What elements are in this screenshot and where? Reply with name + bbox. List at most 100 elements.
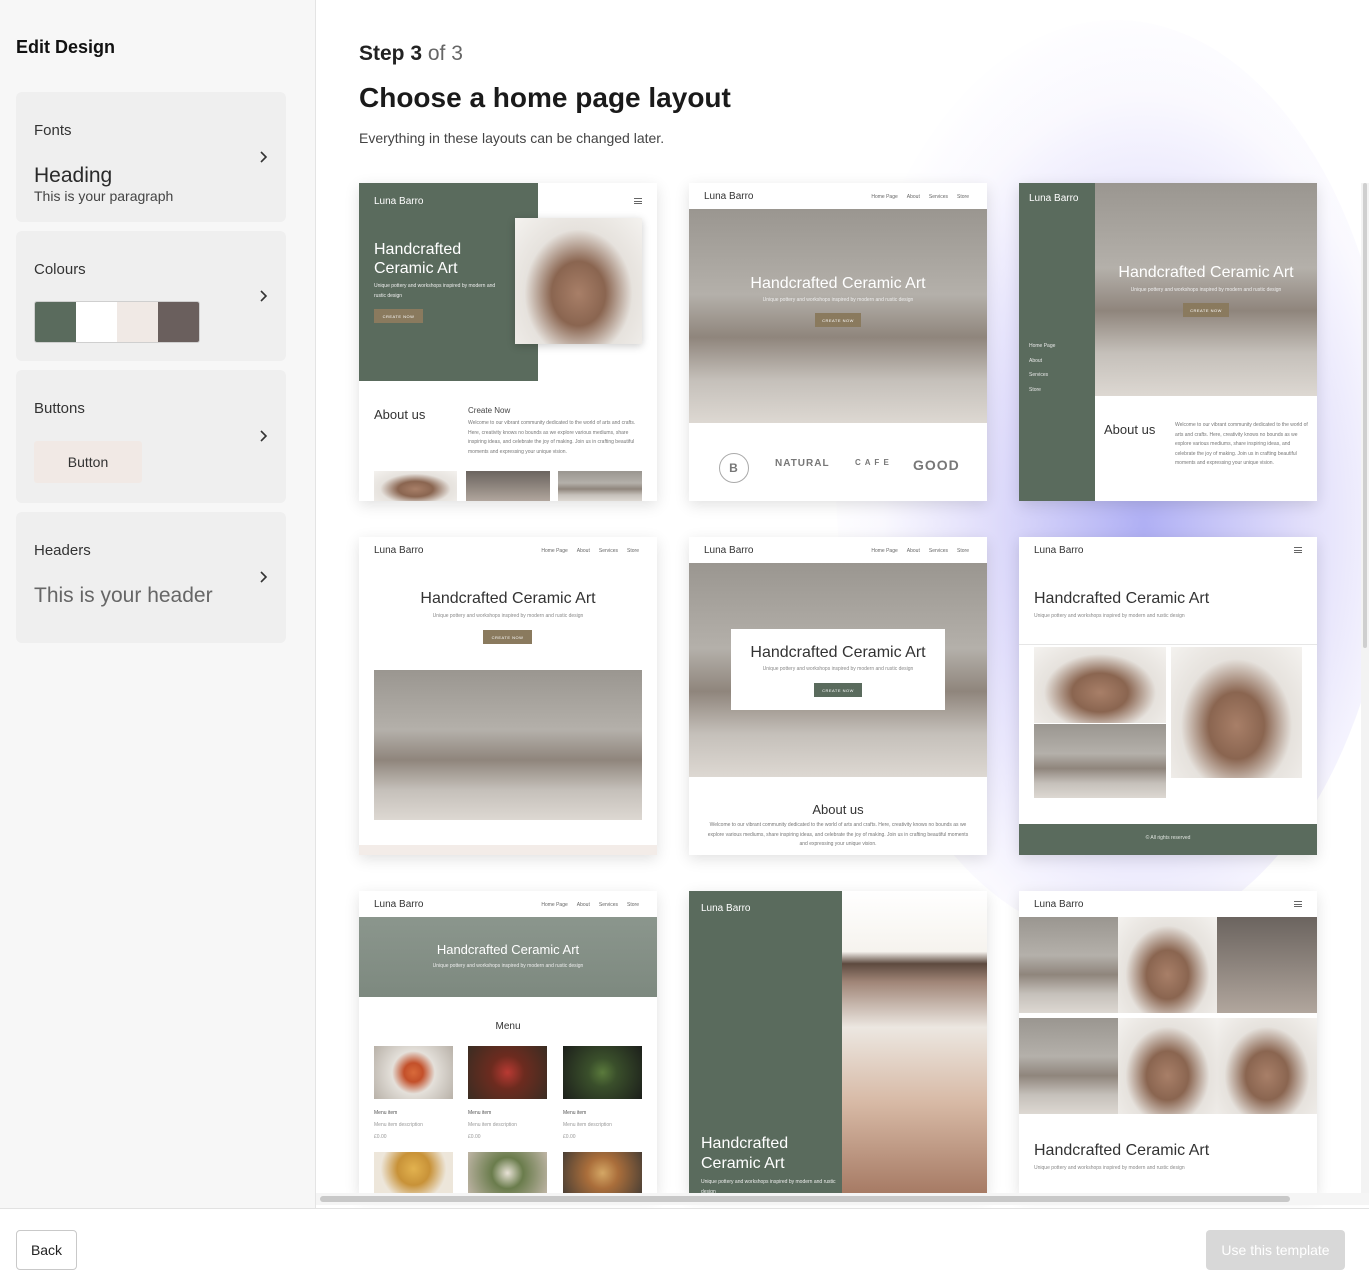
fonts-label: Fonts (34, 122, 72, 139)
colours-label: Colours (34, 261, 86, 278)
about-text: Welcome to our vibrant community dedicat… (1175, 422, 1308, 466)
hero-title-line1: Handcrafted (374, 241, 462, 258)
fonts-panel[interactable]: Fonts Heading This is your paragraph (16, 92, 286, 222)
colours-panel[interactable]: Colours (16, 231, 286, 361)
footer-text: © All rights reserved (1145, 835, 1191, 841)
menu-item-description: Menu item description (563, 1122, 612, 1128)
vertical-scrollbar[interactable] (1361, 183, 1369, 1194)
layout-card-8[interactable]: Luna Barro Handcrafted Ceramic Art Uniqu… (689, 891, 987, 1194)
hero-title: Handcrafted Ceramic Art (750, 275, 926, 292)
brand-name: Luna Barro (374, 899, 424, 910)
nav-item: Store (957, 548, 969, 554)
hero-subtitle: Unique pottery and workshops inspired by… (374, 283, 496, 299)
page-subtitle: Everything in these layouts can be chang… (359, 130, 665, 146)
partner-logo: B (719, 453, 749, 483)
brand-name: Luna Barro (374, 196, 424, 207)
about-heading: About us (812, 802, 864, 817)
hero-title: Handcrafted Ceramic Art (750, 644, 926, 661)
hero-image (842, 891, 987, 1194)
layout-card-1[interactable]: Luna Barro Handcrafted Ceramic Art Uniqu… (359, 183, 657, 501)
layout-card-6[interactable]: Luna Barro Handcrafted Ceramic Art Uniqu… (1019, 537, 1317, 855)
layout-card-4[interactable]: Luna Barro Home Page About Services Stor… (359, 537, 657, 855)
brand-name: Luna Barro (1034, 899, 1084, 910)
menu-item-image (563, 1046, 642, 1099)
nav-item: About (906, 194, 920, 200)
cta-button: CREATE NOW (814, 683, 862, 697)
nav-bar: Home Page About Services Store (541, 902, 639, 908)
hero-subtitle: Unique pottery and workshops inspired by… (762, 666, 914, 672)
hero-subtitle: Unique pottery and workshops inspired by… (432, 613, 584, 619)
gallery-image (1118, 917, 1217, 1013)
about-heading: About us (1104, 422, 1156, 437)
gallery-image (466, 471, 550, 501)
create-now-heading: Create Now (468, 406, 511, 415)
menu-item-title: Menu item (468, 1110, 492, 1116)
swatch-green (35, 302, 76, 342)
brand-name: Luna Barro (704, 545, 754, 556)
gallery-image (374, 471, 457, 501)
layout-card-9[interactable]: Luna Barro Handcrafted Ceramic Art Uniqu… (1019, 891, 1317, 1194)
use-template-button[interactable]: Use this template (1206, 1230, 1345, 1270)
brand-name: Luna Barro (1029, 193, 1079, 204)
hero-subtitle: Unique pottery and workshops inspired by… (1034, 613, 1185, 619)
layout-card-3[interactable]: Luna Barro Home Page About Services Stor… (1019, 183, 1317, 501)
hero-subtitle: Unique pottery and workshops inspired by… (1034, 1165, 1185, 1171)
scrollbar-thumb[interactable] (320, 1196, 1290, 1202)
nav-item: Store (1029, 386, 1041, 393)
brand-name: Luna Barro (374, 545, 424, 556)
chevron-right-icon (256, 570, 270, 584)
menu-item-description: Menu item description (468, 1122, 517, 1128)
hero-title: Handcrafted Ceramic Art (436, 942, 580, 957)
layout-chooser: Step 3 of 3 Choose a home page layout Ev… (316, 0, 1369, 1208)
page-title: Choose a home page layout (359, 82, 731, 113)
gallery-image (1171, 647, 1302, 778)
cta-button: CREATE NOW (483, 630, 532, 644)
hamburger-icon (634, 198, 642, 204)
nav-item: About (576, 548, 590, 554)
headers-label: Headers (34, 542, 91, 559)
hero-image (374, 670, 642, 820)
about-text: Welcome to our vibrant community dedicat… (468, 420, 636, 455)
menu-item-image (374, 1152, 453, 1194)
cta-button: CREATE NOW (374, 309, 423, 323)
nav-item: About (576, 902, 590, 908)
layout-card-2[interactable]: Luna Barro Home Page About Services Stor… (689, 183, 987, 501)
partner-logo: C A F E (855, 458, 890, 467)
swatch-white (76, 302, 117, 342)
partner-logo: NATURAL (775, 458, 830, 469)
headers-panel[interactable]: Headers This is your header (16, 512, 286, 643)
layout-card-7[interactable]: Luna Barro Home Page About Services Stor… (359, 891, 657, 1194)
back-button[interactable]: Back (16, 1230, 77, 1270)
edit-design-sidebar: Edit Design Fonts Heading This is your p… (0, 0, 316, 1208)
nav-item: Store (627, 548, 639, 554)
menu-item-title: Menu item (374, 1110, 398, 1116)
menu-item-image (374, 1046, 453, 1099)
gallery-image (1034, 724, 1166, 798)
hero-title-line2: Ceramic Art (701, 1155, 785, 1172)
about-text: Welcome to our vibrant community dedicat… (707, 822, 969, 847)
wizard-footer: Back Use this template (0, 1208, 1369, 1284)
button-style-sample: Button (34, 441, 142, 483)
hero-title-line1: Handcrafted (701, 1135, 789, 1152)
scrollbar-thumb[interactable] (1363, 183, 1367, 648)
hero-subtitle: Unique pottery and workshops inspired by… (701, 1179, 836, 1194)
nav-item: Services (928, 548, 949, 554)
hero-title: Handcrafted Ceramic Art (420, 590, 596, 607)
nav-bar: Home Page About Services Store (871, 194, 969, 200)
nav-item: Home Page (541, 548, 568, 554)
nav-item: About (1029, 357, 1043, 364)
gallery-image (1034, 647, 1166, 723)
brand-name: Luna Barro (1034, 545, 1084, 556)
horizontal-scrollbar[interactable] (316, 1193, 1369, 1205)
menu-item-price: £0.00 (563, 1134, 576, 1140)
layout-card-5[interactable]: Luna Barro Home Page About Services Stor… (689, 537, 987, 855)
buttons-panel[interactable]: Buttons Button (16, 370, 286, 503)
nav-item: About (906, 548, 920, 554)
brand-name: Luna Barro (704, 191, 754, 202)
menu-item-price: £0.00 (468, 1134, 481, 1140)
gallery-image (1217, 917, 1317, 1013)
menu-item: Menu item Menu item description £0.00 (563, 1107, 612, 1143)
buttons-label: Buttons (34, 400, 85, 417)
nav-bar: Home Page About Services Store (871, 548, 969, 554)
step-total: of 3 (427, 42, 463, 65)
